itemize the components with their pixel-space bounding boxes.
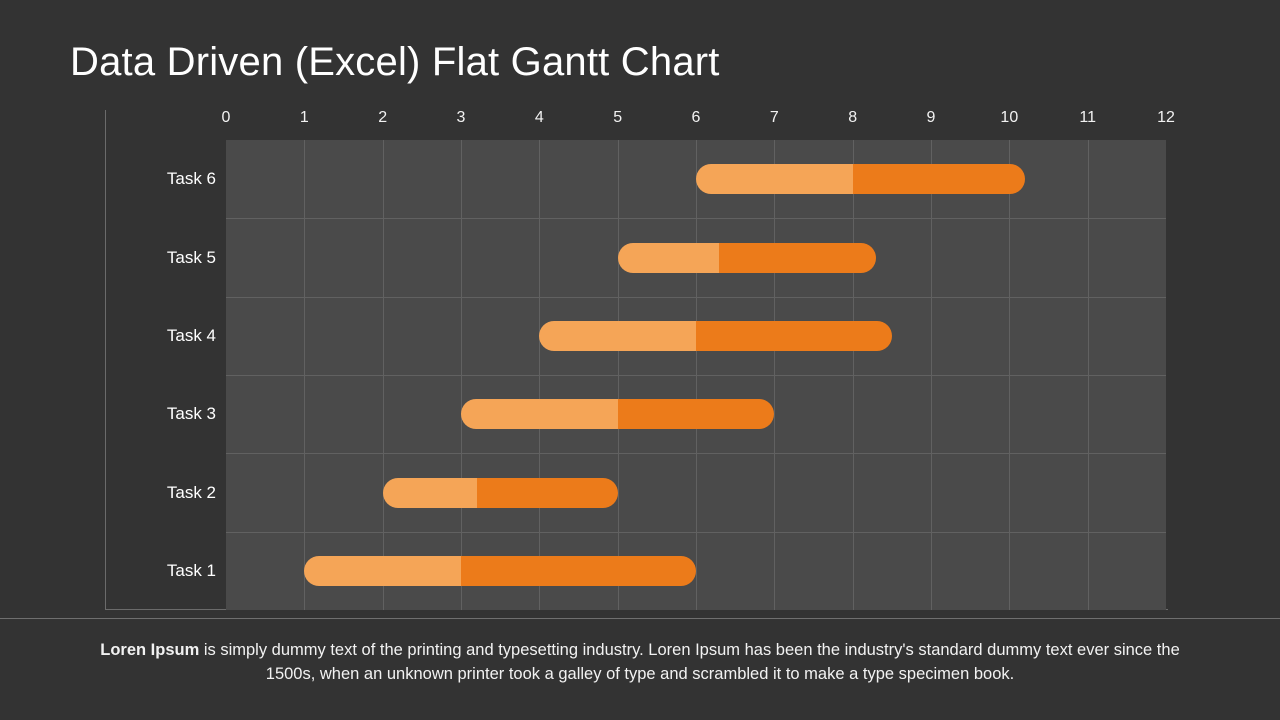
- gantt-bar-remaining: [618, 399, 775, 429]
- x-tick-label: 5: [613, 109, 622, 127]
- category-label: Task 1: [106, 561, 216, 581]
- grid-line-horizontal: [226, 532, 1166, 533]
- caption-lead: Loren Ipsum: [100, 641, 199, 659]
- x-tick-label: 0: [222, 109, 231, 127]
- caption-text: Loren Ipsum is simply dummy text of the …: [80, 639, 1200, 687]
- caption-body: is simply dummy text of the printing and…: [199, 641, 1180, 683]
- gantt-bar: [383, 478, 618, 508]
- gantt-bar: [539, 321, 892, 351]
- gantt-bar: [618, 243, 877, 273]
- gantt-bar: [696, 164, 1025, 194]
- category-label: Task 2: [106, 483, 216, 503]
- x-tick-label: 2: [378, 109, 387, 127]
- gantt-bar-remaining: [477, 478, 618, 508]
- gantt-bar-completed: [539, 321, 696, 351]
- grid-line-horizontal: [226, 218, 1166, 219]
- grid-line-horizontal: [226, 453, 1166, 454]
- x-tick-label: 1: [300, 109, 309, 127]
- gantt-chart: 0123456789101112 Task 6Task 5Task 4Task …: [105, 110, 1168, 610]
- category-label: Task 6: [106, 169, 216, 189]
- gantt-bar: [304, 556, 696, 586]
- gantt-bar-remaining: [461, 556, 696, 586]
- gantt-bar-completed: [304, 556, 461, 586]
- gantt-bar-completed: [461, 399, 618, 429]
- x-tick-label: 12: [1157, 109, 1175, 127]
- x-tick-label: 10: [1000, 109, 1018, 127]
- category-label: Task 3: [106, 404, 216, 424]
- x-tick-label: 3: [457, 109, 466, 127]
- gantt-bar-completed: [696, 164, 853, 194]
- category-label: Task 4: [106, 326, 216, 346]
- x-tick-label: 6: [692, 109, 701, 127]
- grid-line-horizontal: [226, 297, 1166, 298]
- x-tick-label: 9: [927, 109, 936, 127]
- x-tick-label: 8: [848, 109, 857, 127]
- grid-line-horizontal: [226, 375, 1166, 376]
- x-tick-label: 4: [535, 109, 544, 127]
- caption-section: Loren Ipsum is simply dummy text of the …: [0, 618, 1280, 687]
- x-tick-label: 7: [770, 109, 779, 127]
- gantt-bar-completed: [618, 243, 720, 273]
- x-tick-label: 11: [1079, 109, 1096, 127]
- category-label: Task 5: [106, 248, 216, 268]
- plot-area: [226, 140, 1166, 610]
- gantt-bar-remaining: [696, 321, 892, 351]
- gantt-bar-remaining: [853, 164, 1025, 194]
- slide-title: Data Driven (Excel) Flat Gantt Chart: [70, 40, 720, 85]
- gantt-bar-completed: [383, 478, 477, 508]
- gantt-bar: [461, 399, 774, 429]
- gantt-bar-remaining: [719, 243, 876, 273]
